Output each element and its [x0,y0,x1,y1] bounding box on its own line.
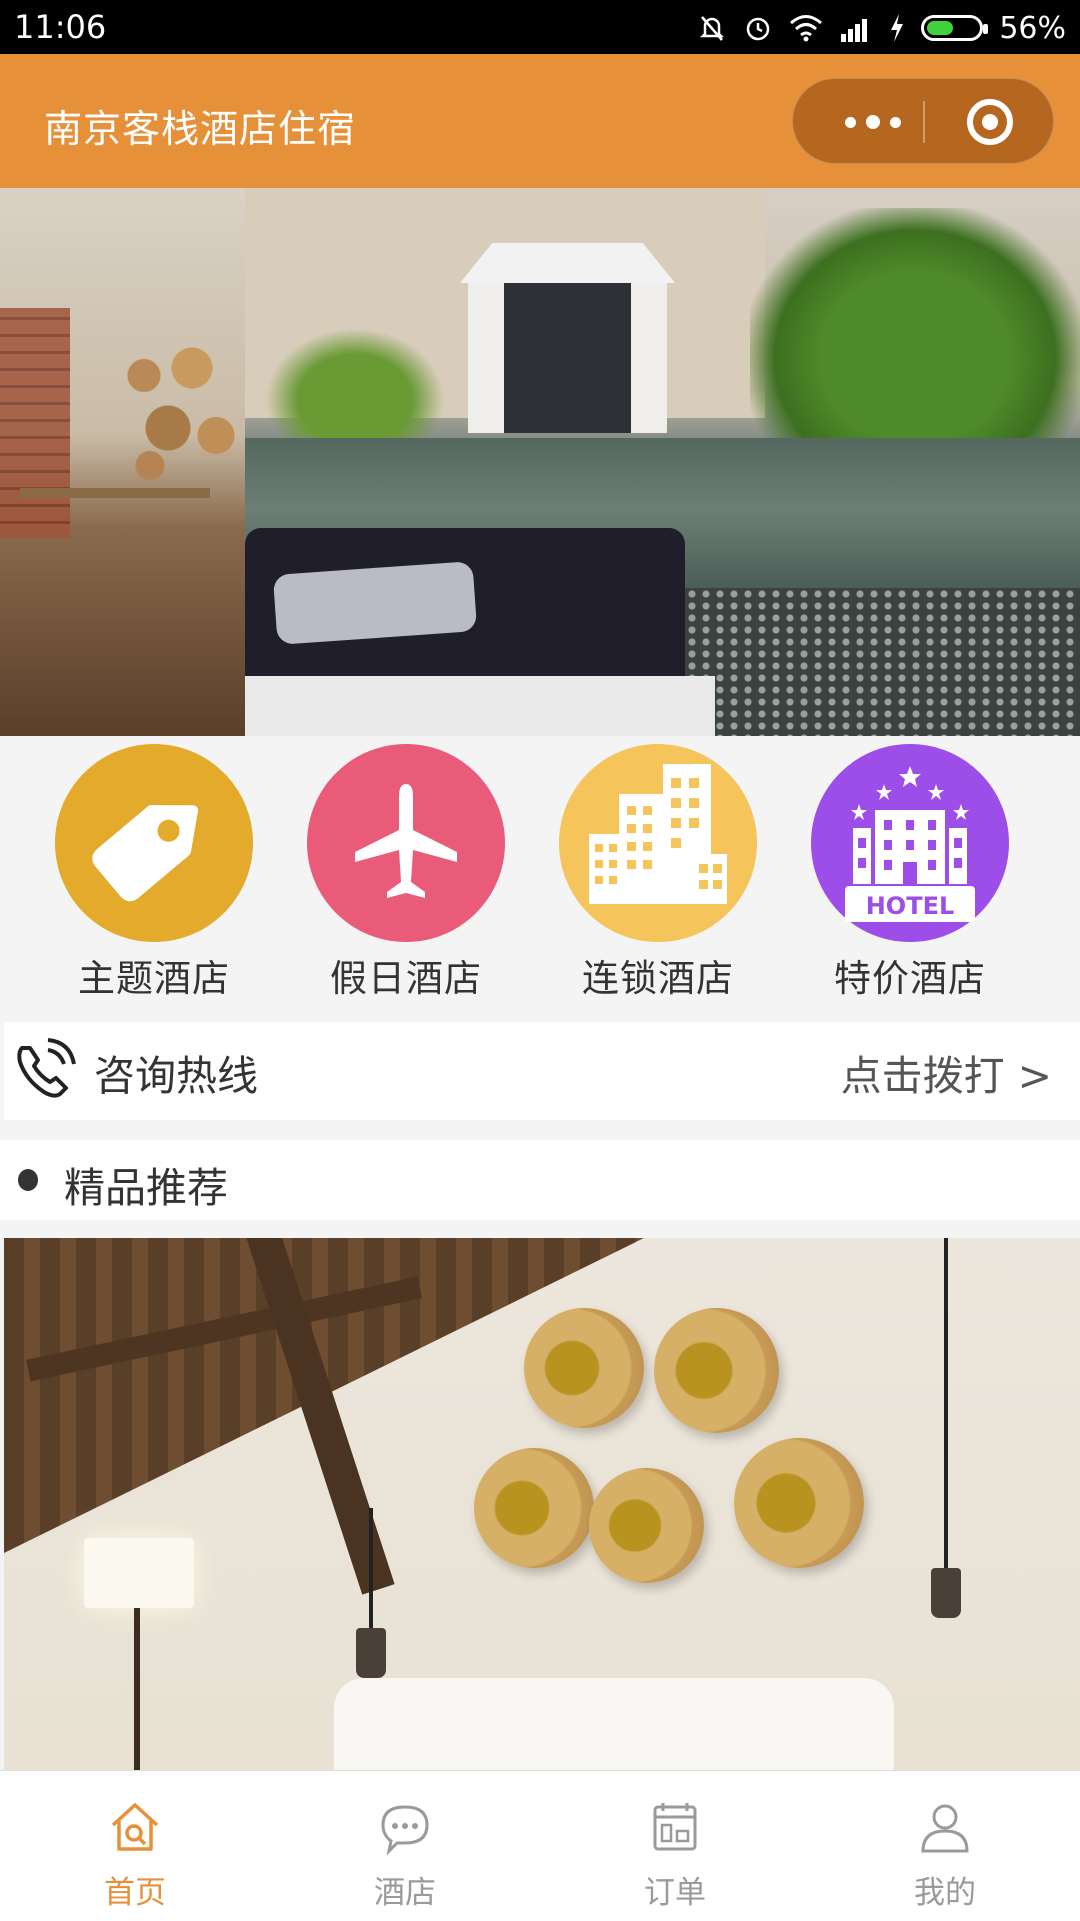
charging-icon [891,14,904,42]
category-label: 假日酒店 [330,957,482,1000]
alarm-icon [747,17,770,41]
buildings-icon [559,744,757,942]
hotel-icon-text: HOTEL [866,892,955,920]
category-grid: 主题酒店 假日酒店 连锁酒店 HOTEL 特价酒店 [0,736,1080,1020]
featured-hotel-image[interactable] [4,1238,1080,1770]
tag-icon [55,744,253,942]
banner-slide-pool-cabana[interactable] [245,188,1080,736]
mini-program-capsule [792,78,1054,164]
category-discount-hotel[interactable]: HOTEL 特价酒店 [800,744,1020,1002]
section-title: 精品推荐 [64,1164,228,1212]
tab-label: 订单 [644,1875,706,1911]
section-header: 精品推荐 [0,1140,1080,1220]
tab-label: 酒店 [374,1875,436,1911]
banner-slide-dining-room [0,188,245,736]
category-holiday-hotel[interactable]: 假日酒店 [296,744,516,1002]
category-label: 连锁酒店 [582,957,734,1000]
tab-home[interactable]: 首页 [0,1771,270,1921]
user-icon [921,1804,969,1853]
tab-hotel[interactable]: 酒店 [270,1771,540,1921]
category-theme-hotel[interactable]: 主题酒店 [44,744,264,1002]
category-chain-hotel[interactable]: 连锁酒店 [548,744,768,1002]
status-time: 11:06 [14,8,107,46]
nav-bar: 南京客栈酒店住宿 [0,54,1080,188]
phone-icon [17,1038,76,1098]
tab-orders[interactable]: 订单 [540,1771,810,1921]
status-bar: 11:06 56% [0,0,1080,54]
tab-bar: 首页 酒店 订单 我的 [0,1770,1080,1921]
hotel-icon: HOTEL [811,744,1009,942]
signal-icon [841,19,868,42]
battery-icon [921,15,989,41]
tab-label: 我的 [914,1875,976,1911]
mute-bell-icon [700,16,725,41]
airplane-icon [307,744,505,942]
order-icon [653,1803,697,1851]
battery-fill [927,21,953,35]
chat-icon [381,1805,429,1856]
hotline-label: 咨询热线 [94,1052,258,1100]
tab-label: 首页 [104,1875,166,1911]
bullet-icon [18,1169,38,1191]
category-label: 特价酒店 [834,957,986,1000]
banner-carousel[interactable] [0,188,1080,736]
capsule-divider [923,101,925,143]
close-mini-program-button[interactable] [967,99,1013,145]
status-icons: 56% [697,8,1066,48]
tab-profile[interactable]: 我的 [810,1771,1080,1921]
category-label: 主题酒店 [78,957,230,1000]
battery-percent: 56% [999,10,1066,46]
more-dot-icon [890,116,901,128]
more-dot-icon [845,116,856,128]
home-icon [111,1803,159,1851]
page-title: 南京客栈酒店住宿 [44,107,357,151]
more-menu-button[interactable] [823,79,923,165]
call-button[interactable]: 点击拨打 > [841,1042,1052,1102]
wifi-icon [790,15,823,42]
more-dot-icon [866,115,880,129]
hotline-row[interactable]: 咨询热线 点击拨打 > [4,1022,1080,1120]
